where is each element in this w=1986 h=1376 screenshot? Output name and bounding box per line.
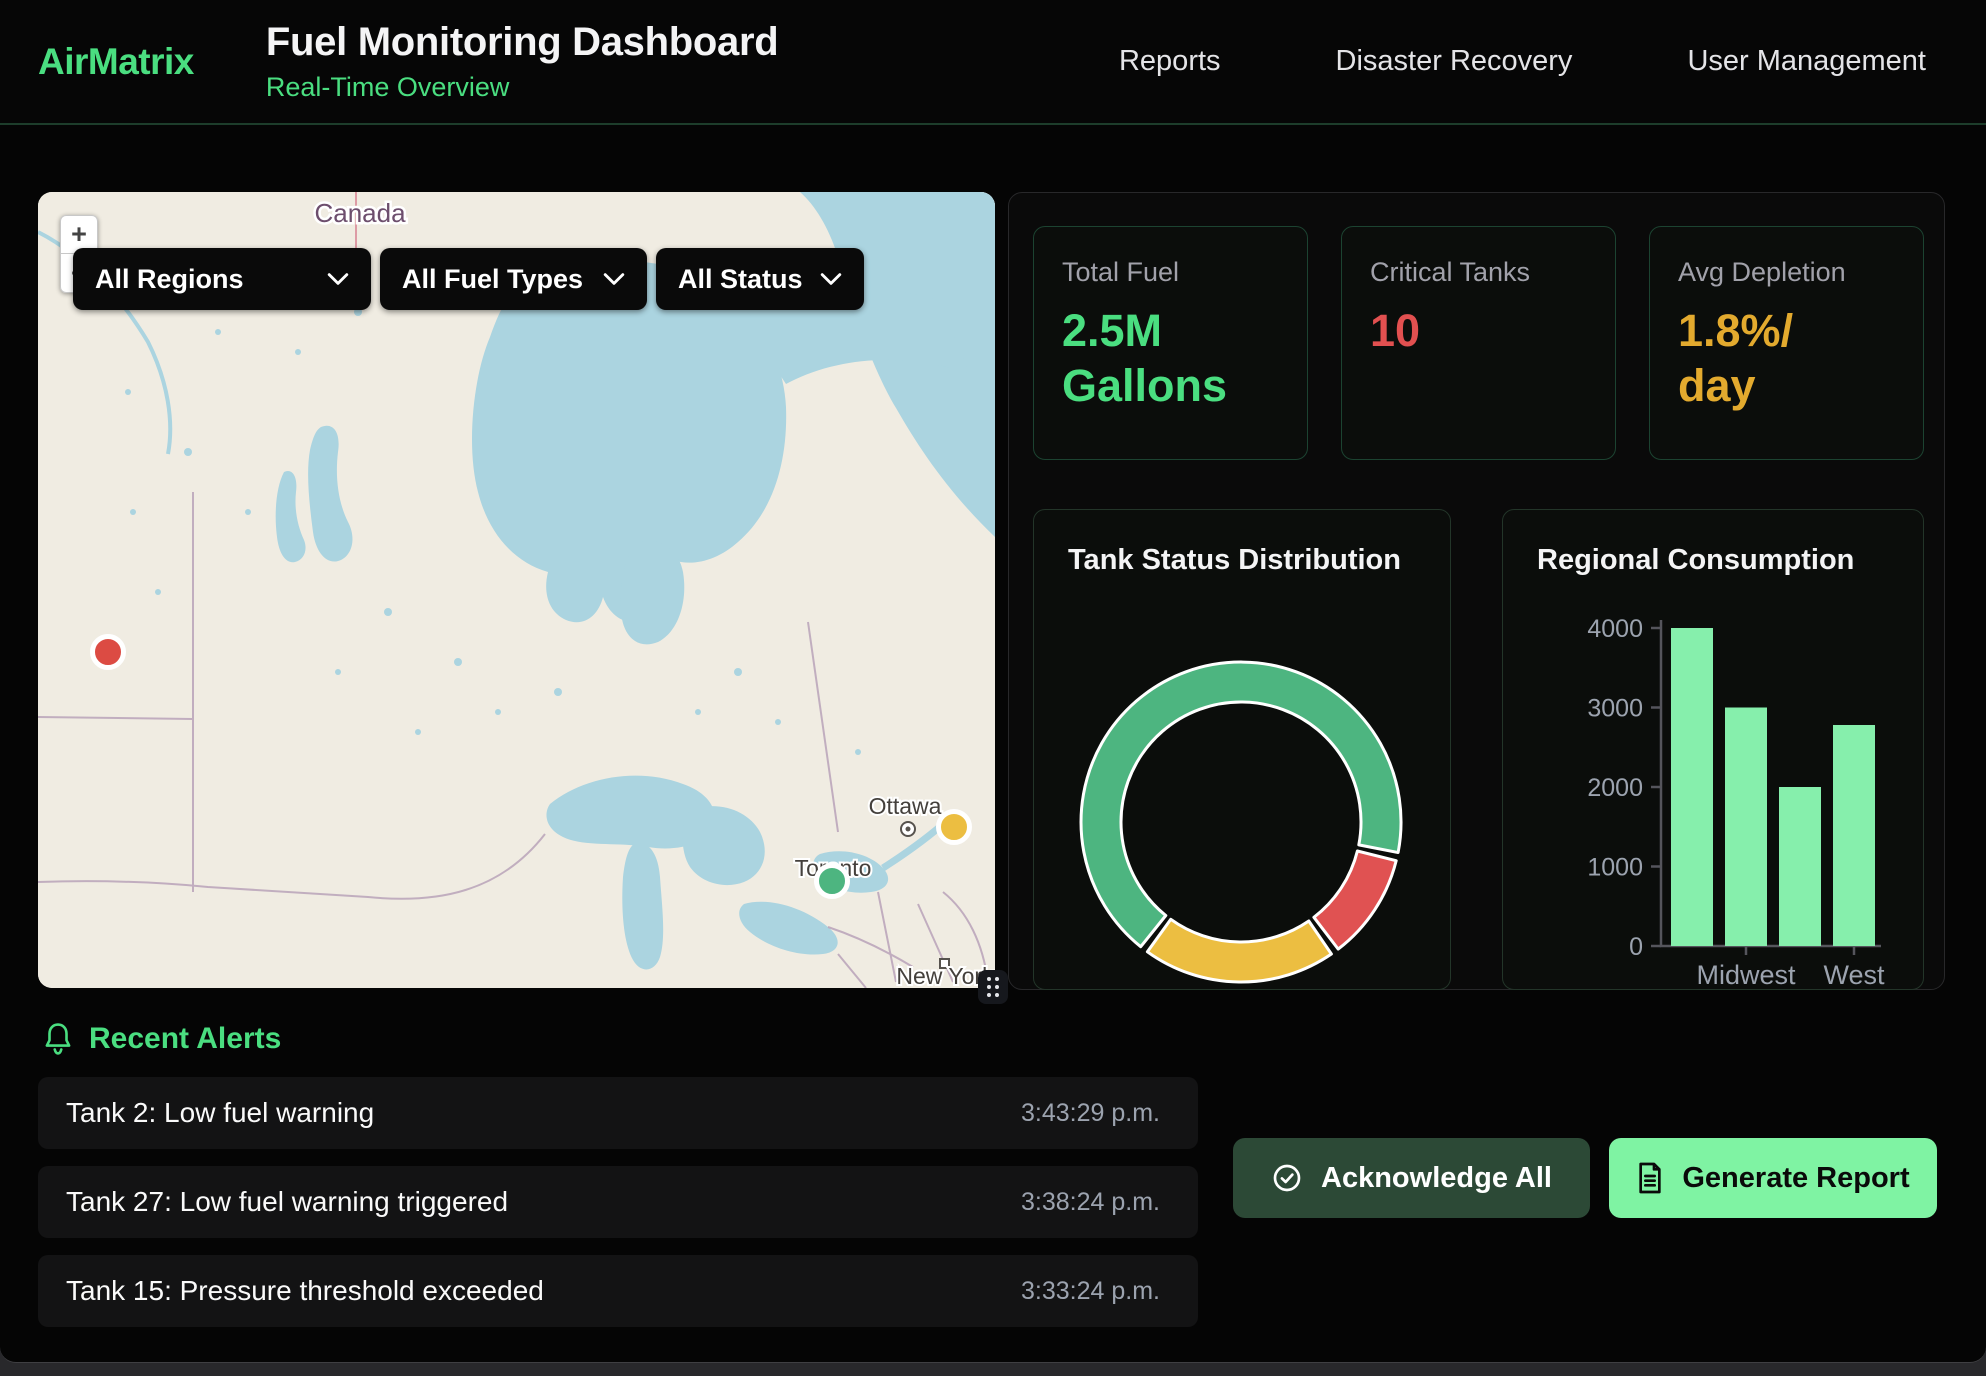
metrics-panel: Total Fuel 2.5MGallons Critical Tanks 10 Avg… <box>1008 192 1945 990</box>
map-label-canada: Canada <box>314 198 406 228</box>
bar-south <box>1779 787 1821 946</box>
chevron-down-icon <box>820 272 842 286</box>
stat-value-line: 2.5M <box>1062 304 1279 359</box>
alert-row[interactable]: Tank 27: Low fuel warning triggered 3:38:… <box>38 1166 1198 1238</box>
x-tick-label: Midwest <box>1696 960 1796 990</box>
map-label-ottawa: Ottawa <box>869 793 942 819</box>
tank-marker-warning[interactable] <box>939 812 970 843</box>
dropdown-value: All Regions <box>95 264 244 295</box>
map-canvas[interactable]: Canada Ottawa Toronto New York <box>38 192 995 988</box>
chevron-down-icon <box>327 272 349 286</box>
alerts-header: Recent Alerts <box>38 1022 1948 1056</box>
y-tick-label: 4000 <box>1587 615 1643 643</box>
stats-row: Total Fuel 2.5MGallons Critical Tanks 10 Avg… <box>1033 226 1924 460</box>
alert-message: Tank 15: Pressure threshold exceeded <box>66 1275 544 1307</box>
stat-value: 2.5MGallons <box>1062 304 1279 414</box>
bar-midwest <box>1725 708 1767 947</box>
header: AirMatrix Fuel Monitoring Dashboard Real… <box>0 0 1986 125</box>
nav-item-reports[interactable]: Reports <box>1119 45 1221 78</box>
generate-report-label: Generate Report <box>1682 1162 1909 1195</box>
stat-value-line: Gallons <box>1062 359 1279 414</box>
check-circle-icon <box>1271 1162 1303 1194</box>
alert-message: Tank 27: Low fuel warning triggered <box>66 1186 508 1218</box>
main-nav: Reports Disaster Recovery User Management <box>1119 45 1926 78</box>
stat-label: Total Fuel <box>1062 257 1279 288</box>
y-tick-label: 1000 <box>1587 854 1643 882</box>
donut-chart <box>1034 510 1451 990</box>
filter-dropdown-all-status[interactable]: All Status <box>656 248 864 310</box>
map-filter-bar: All Regions All Fuel Types All Status <box>73 248 864 310</box>
alert-row[interactable]: Tank 2: Low fuel warning 3:43:29 p.m. <box>38 1077 1198 1149</box>
grip-dots-icon <box>987 977 999 997</box>
bar-northeast <box>1671 628 1713 946</box>
stat-value-line: 10 <box>1370 304 1587 359</box>
stat-label: Critical Tanks <box>1370 257 1587 288</box>
tank-marker-normal[interactable] <box>817 866 848 897</box>
stat-card-avg-depletion: Avg Depletion 1.8%/day <box>1649 226 1924 460</box>
alerts-title: Recent Alerts <box>89 1022 281 1056</box>
dropdown-value: All Fuel Types <box>402 264 583 295</box>
filter-dropdown-all-fuel-types[interactable]: All Fuel Types <box>380 248 647 310</box>
dashboard-page: AirMatrix Fuel Monitoring Dashboard Real… <box>0 0 1986 1376</box>
charts-row: Tank Status Distribution Regional Consum… <box>1033 509 1924 990</box>
ottawa-town-icon-dot <box>906 827 911 832</box>
generate-report-button[interactable]: Generate Report <box>1609 1138 1937 1218</box>
app-window: AirMatrix Fuel Monitoring Dashboard Real… <box>0 0 1986 1363</box>
nav-item-user-management[interactable]: User Management <box>1687 45 1926 78</box>
stat-value-line: 1.8%/ <box>1678 304 1895 359</box>
regional-consumption-chart-panel: Regional Consumption 01000200030004000Mi… <box>1502 509 1924 990</box>
bell-icon <box>42 1022 74 1056</box>
tank-status-chart-panel: Tank Status Distribution <box>1033 509 1451 990</box>
nav-item-disaster-recovery[interactable]: Disaster Recovery <box>1336 45 1573 78</box>
dropdown-value: All Status <box>678 264 803 295</box>
alert-time: 3:33:24 p.m. <box>1021 1277 1160 1306</box>
y-tick-label: 3000 <box>1587 695 1643 723</box>
stat-card-critical-tanks: Critical Tanks 10 <box>1341 226 1616 460</box>
page-title: Fuel Monitoring Dashboard <box>266 20 778 65</box>
stat-card-total-fuel: Total Fuel 2.5MGallons <box>1033 226 1308 460</box>
y-tick-label: 0 <box>1629 933 1643 961</box>
recent-alerts-section: Recent Alerts Tank 2: Low fuel warning 3:… <box>38 1000 1948 1340</box>
alert-time: 3:38:24 p.m. <box>1021 1188 1160 1217</box>
tank-marker-critical[interactable] <box>93 637 124 668</box>
map-panel[interactable]: Canada Ottawa Toronto New York + − All R… <box>38 192 995 988</box>
alert-time: 3:43:29 p.m. <box>1021 1099 1160 1128</box>
filter-dropdown-all-regions[interactable]: All Regions <box>73 248 371 310</box>
resize-grip-handle[interactable] <box>978 970 1008 1004</box>
acknowledge-all-label: Acknowledge All <box>1321 1162 1552 1195</box>
stat-value: 1.8%/day <box>1678 304 1895 414</box>
y-tick-label: 2000 <box>1587 774 1643 802</box>
bar-chart: 0 1000 2000 3000 4000 Midwest West <box>1503 510 1924 990</box>
acknowledge-all-button[interactable]: Acknowledge All <box>1233 1138 1590 1218</box>
stat-value: 10 <box>1370 304 1587 359</box>
chevron-down-icon <box>603 272 625 286</box>
brand-logo: AirMatrix <box>38 41 194 83</box>
document-icon <box>1636 1162 1664 1194</box>
page-subtitle: Real-Time Overview <box>266 72 778 103</box>
stat-label: Avg Depletion <box>1678 257 1895 288</box>
alert-row[interactable]: Tank 15: Pressure threshold exceeded 3:33… <box>38 1255 1198 1327</box>
stat-value-line: day <box>1678 359 1895 414</box>
alert-message: Tank 2: Low fuel warning <box>66 1097 374 1129</box>
donut-segment-critical <box>1314 851 1396 949</box>
x-tick-label: West <box>1823 960 1885 990</box>
bar-west <box>1833 725 1875 946</box>
donut-segment-warning <box>1147 919 1331 982</box>
title-block: Fuel Monitoring Dashboard Real-Time Over… <box>266 20 778 103</box>
